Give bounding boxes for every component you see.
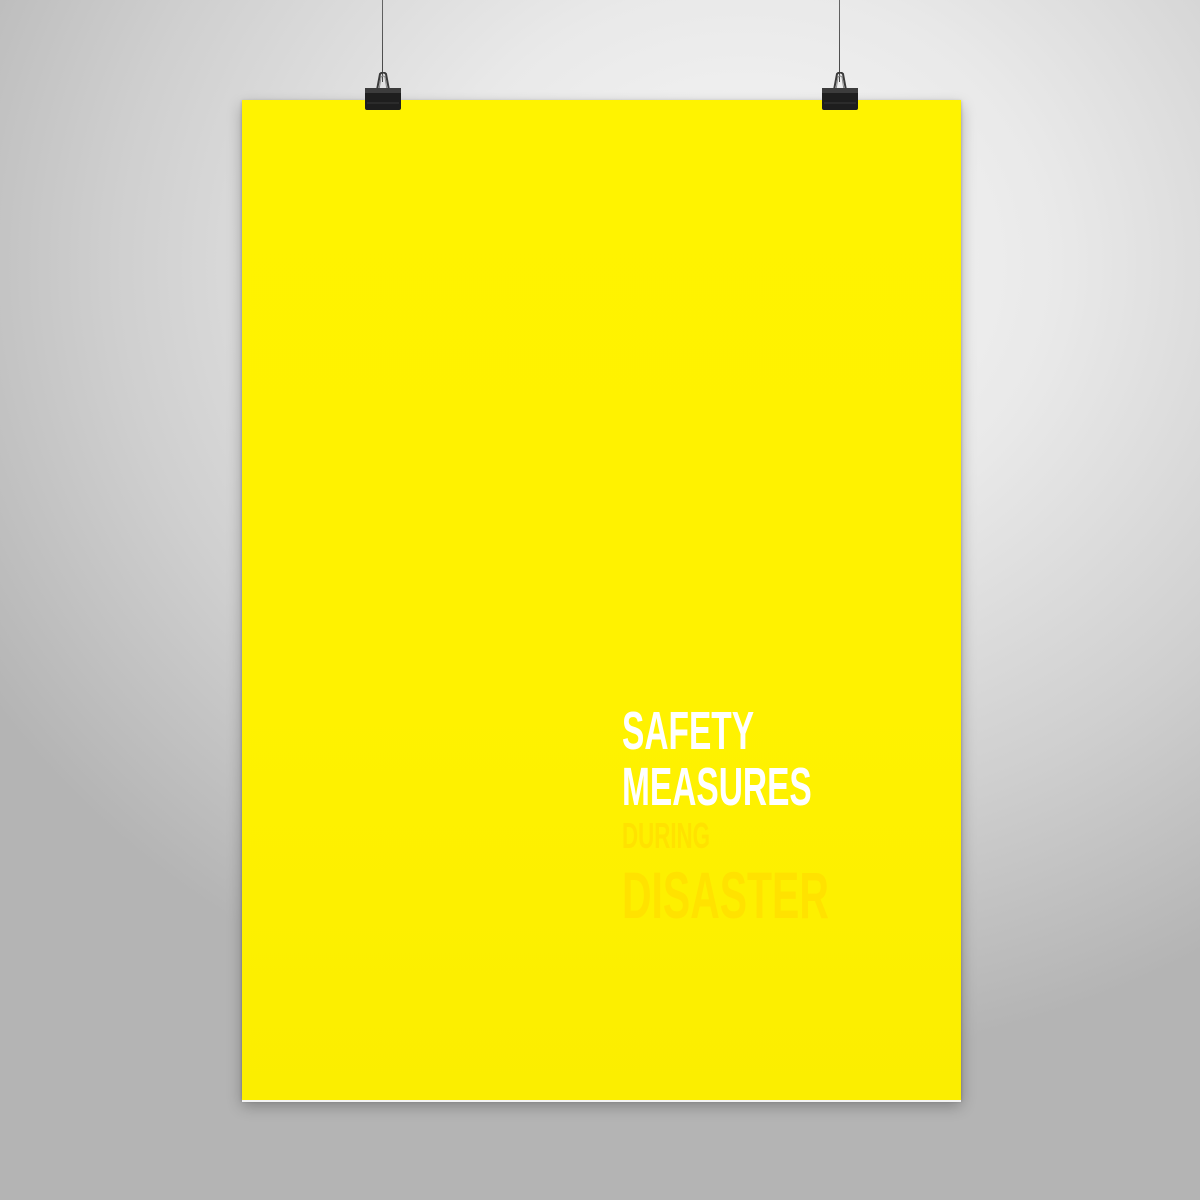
headline-line-disaster: DISASTER <box>622 858 829 932</box>
hanging-wire-left <box>382 0 383 82</box>
poster-paper-edge <box>242 1100 961 1102</box>
poster-headline: SAFETY MEASURES DURING DISASTER <box>622 704 956 928</box>
hanging-wire-right <box>839 0 840 82</box>
binder-clip-icon <box>822 72 858 110</box>
binder-clip-icon <box>365 72 401 110</box>
headline-line-measures: MEASURES <box>622 757 812 817</box>
poster: SAFETY MEASURES DURING DISASTER <box>242 100 961 1102</box>
headline-line-during: DURING <box>622 815 711 856</box>
headline-line-safety: SAFETY <box>622 701 755 761</box>
